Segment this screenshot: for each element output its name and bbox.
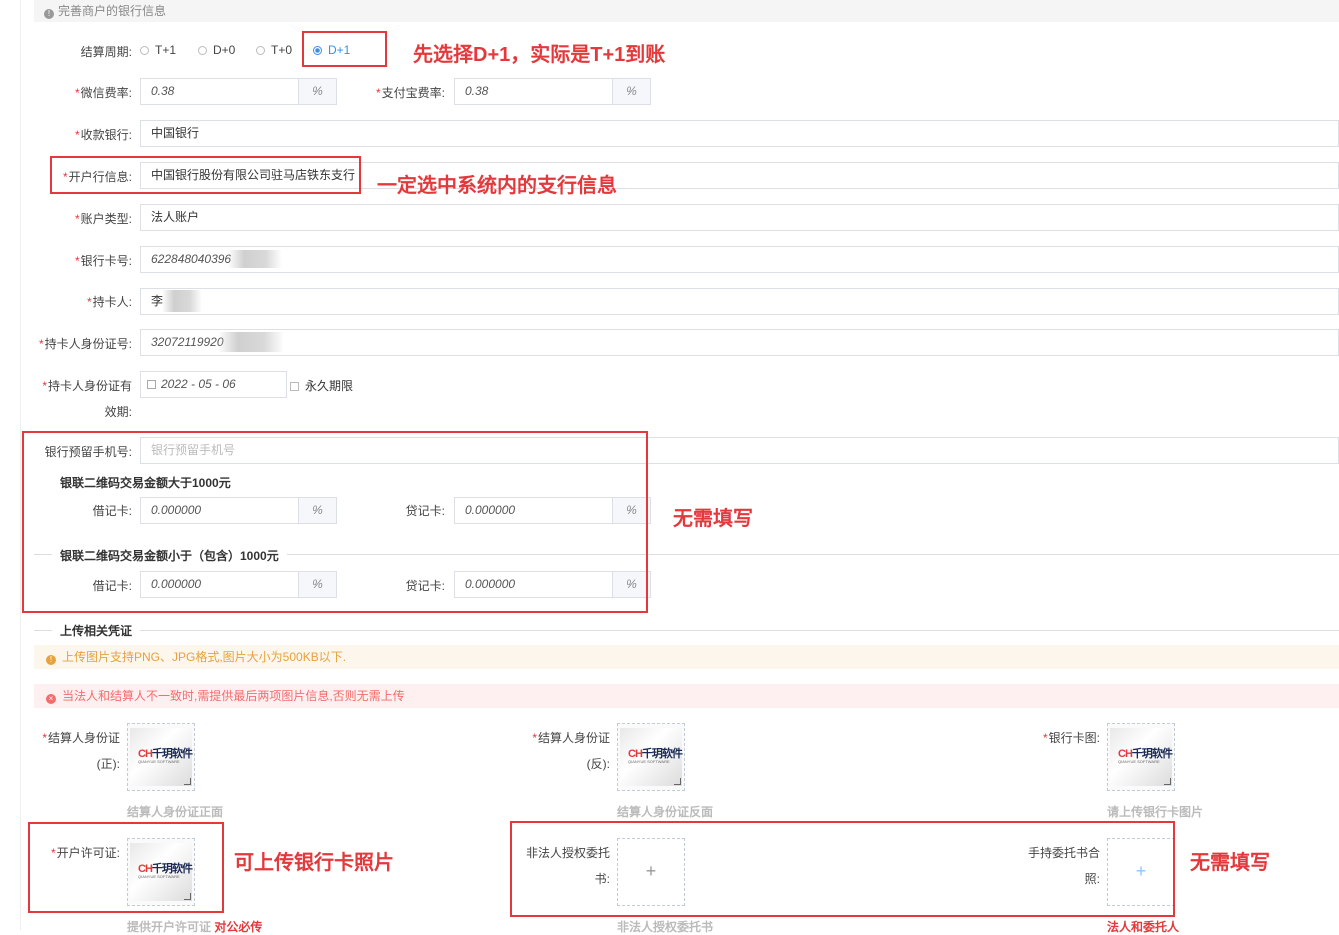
id-validity-label-text: 持卡人身份证有 [47,379,132,393]
upload-notice-text: 当法人和结算人不一致时,需提供最后两项图片信息,否则无需上传 [62,689,405,703]
account-permit-required-note: 对公必传 [214,920,263,934]
card-number-input[interactable]: 622848040396 [140,246,1339,273]
id-back-label-2: (反): [586,757,610,771]
radio-t1-text: T+1 [155,43,177,57]
id-front-label-text: 结算人身份证 [47,731,120,745]
redaction-blur [162,290,202,312]
id-validity-date-picker[interactable]: 2022 - 05 - 06 [140,371,287,398]
account-type-label-text: 账户类型: [80,212,132,226]
alipay-rate-label: *支付宝费率: [375,86,445,100]
radio-circle [198,46,207,55]
bank-card-upload[interactable]: CH千玥软件 QIANYUE SOFTWARE [1107,723,1175,791]
logo-sub: QIANYUE SOFTWARE [628,759,670,764]
permanent-checkbox[interactable]: 永久期限 [290,377,353,394]
wechat-rate-label-text: 微信费率: [80,86,132,100]
radio-circle [256,46,265,55]
card-holder-input[interactable]: 李 [140,288,1339,315]
resize-corner [1164,778,1171,785]
annotation-no-fill-1: 无需填写 [673,508,753,530]
logo-sub: QIANYUE SOFTWARE [1118,759,1160,764]
annotation-box-no-fill-1 [22,431,648,613]
card-number-label-text: 银行卡号: [80,254,132,268]
resize-corner [674,778,681,785]
receiving-bank-label-text: 收款银行: [80,128,132,142]
bank-card-label-text: 银行卡图: [1048,731,1100,745]
holder-id-label: *持卡人身份证号: [38,337,132,351]
wechat-rate-input[interactable]: 0.38 [140,78,299,105]
wechat-rate-label: *微信费率: [74,86,132,100]
annotation-no-fill-2: 无需填写 [1190,852,1270,874]
id-front-label-2: (正): [96,757,120,771]
warning-icon: ! [46,655,56,665]
account-permit-caption: 提供开户许可证 对公必传 [127,918,262,935]
id-validity-label-2: 效期: [104,405,132,419]
account-permit-caption-text: 提供开户许可证 [127,920,212,934]
authorization-caption: 非法人授权委托书 [617,920,714,934]
bank-card-caption: 请上传银行卡图片 [1107,805,1204,819]
resize-corner [184,778,191,785]
section-header: ! 完善商户的银行信息 [34,0,1339,22]
annotation-upload-card: 可上传银行卡照片 [234,852,394,874]
annotation-box-branch [50,156,361,194]
account-type-select[interactable]: 法人账户 [140,204,1339,231]
radio-t0-text: T+0 [271,43,293,57]
logo-sub: QIANYUE SOFTWARE [138,759,180,764]
account-type-label: *账户类型: [74,212,132,226]
id-validity-label-1: *持卡人身份证有 [42,379,132,393]
card-number-label: *银行卡号: [74,254,132,268]
upload-notice: × 当法人和结算人不一致时,需提供最后两项图片信息,否则无需上传 [34,684,1339,708]
id-validity-date: 2022 - 05 - 06 [161,377,236,391]
upload-warning-text: 上传图片支持PNG、JPG格式,图片大小为500KB以下. [62,650,347,664]
receiving-bank-label: *收款银行: [74,128,132,142]
card-holder-label: *持卡人: [86,295,132,309]
holder-id-input[interactable]: 32072119920 [140,329,1339,356]
redaction-blur [228,250,282,268]
hand-held-caption: 法人和委托人 [1107,920,1180,934]
settlement-label: 结算周期: [80,45,132,59]
alipay-rate-label-text: 支付宝费率: [381,86,445,100]
annotation-settlement: 先选择D+1，实际是T+1到账 [413,44,666,66]
uploaded-image: CH千玥软件 QIANYUE SOFTWARE [620,728,683,786]
radio-t1[interactable]: T+1 [140,43,176,57]
calendar-icon [147,380,156,389]
id-back-label-text: 结算人身份证 [537,731,610,745]
annotation-branch: 一定选中系统内的支行信息 [377,175,617,197]
annotation-box-settlement [302,31,387,67]
radio-d0[interactable]: D+0 [198,43,235,57]
uploaded-image: CH千玥软件 QIANYUE SOFTWARE [1110,728,1173,786]
alipay-rate-input[interactable]: 0.38 [454,78,613,105]
permanent-label: 永久期限 [305,379,354,393]
radio-d0-text: D+0 [213,43,236,57]
upload-warning: ! 上传图片支持PNG、JPG格式,图片大小为500KB以下. [34,645,1339,669]
alipay-rate-unit: % [612,78,651,105]
checkbox-icon [290,382,299,391]
holder-id-label-text: 持卡人身份证号: [44,337,132,351]
card-holder-label-text: 持卡人: [92,295,132,309]
error-icon: × [46,694,56,704]
redaction-blur [218,332,284,352]
id-back-caption: 结算人身份证反面 [617,805,714,819]
id-back-upload[interactable]: CH千玥软件 QIANYUE SOFTWARE [617,723,685,791]
divider-line [34,630,1339,631]
bank-card-label: *银行卡图: [1042,731,1100,745]
uploaded-image: CH千玥软件 QIANYUE SOFTWARE [130,728,193,786]
annotation-box-no-fill-2 [510,821,1175,917]
section-header-text: 完善商户的银行信息 [58,4,167,18]
radio-t0[interactable]: T+0 [256,43,292,57]
receiving-bank-select[interactable]: 中国银行 [140,120,1339,147]
radio-circle [140,46,149,55]
id-front-caption: 结算人身份证正面 [127,805,224,819]
annotation-box-upload-card [28,822,224,913]
left-divider [20,0,21,930]
upload-section-title: 上传相关凭证 [52,622,141,639]
id-front-label-1: *结算人身份证 [42,731,120,745]
info-icon: ! [44,9,54,19]
id-front-upload[interactable]: CH千玥软件 QIANYUE SOFTWARE [127,723,195,791]
id-back-label-1: *结算人身份证 [532,731,610,745]
wechat-rate-unit: % [298,78,337,105]
